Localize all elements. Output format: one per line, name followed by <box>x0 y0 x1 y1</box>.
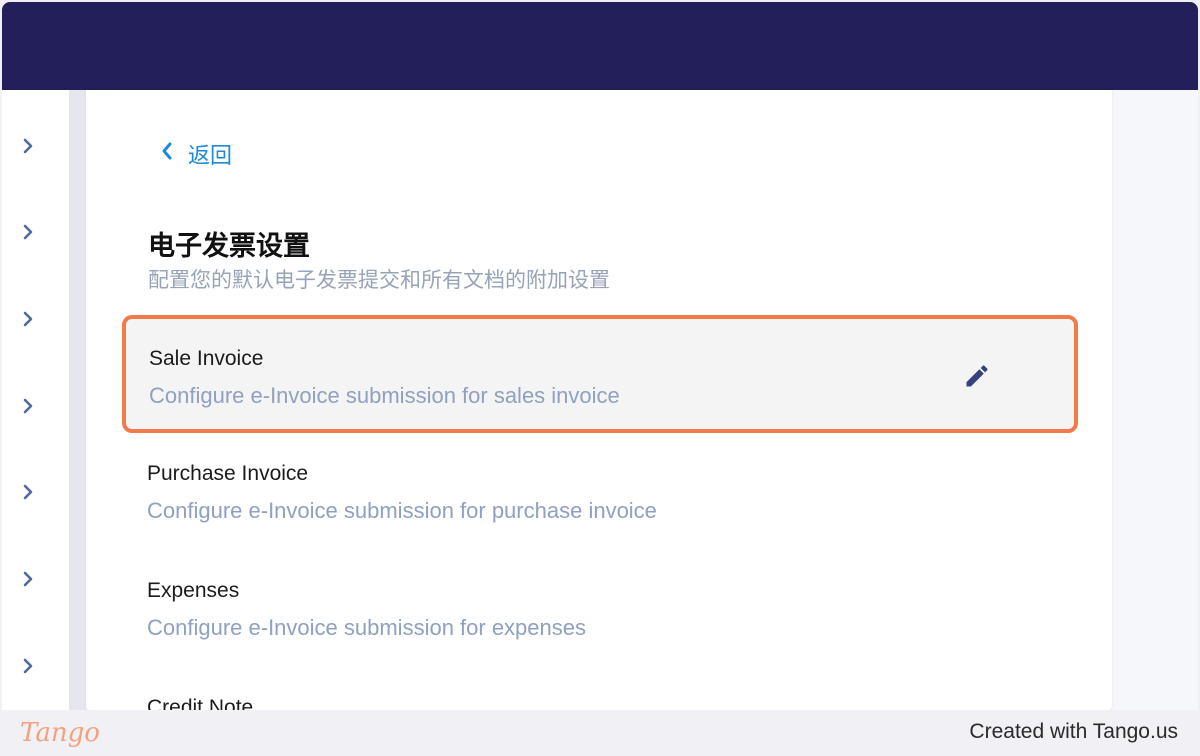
sidebar <box>2 90 70 710</box>
setting-item-description: Configure e-Invoice submission for sales… <box>149 383 620 408</box>
sidebar-expand-chevron-icon[interactable] <box>18 396 38 416</box>
content-gutter <box>70 90 86 710</box>
sidebar-expand-chevron-icon[interactable] <box>18 136 38 156</box>
setting-item-title: Sale Invoice <box>149 347 264 370</box>
tango-footer: Tango Created with Tango.us <box>0 710 1200 756</box>
setting-item-description: Configure e-Invoice submission for expen… <box>147 615 587 640</box>
setting-item-sale-invoice[interactable]: Sale Invoice Configure e-Invoice submiss… <box>122 315 1078 433</box>
tango-logo: Tango <box>20 718 100 748</box>
setting-item-title: Credit Note <box>147 696 254 710</box>
pencil-icon[interactable] <box>960 359 994 393</box>
sidebar-expand-chevron-icon[interactable] <box>18 569 38 589</box>
back-link[interactable]: 返回 <box>160 138 232 170</box>
chevron-left-icon <box>160 140 174 168</box>
setting-item-credit-note[interactable]: Credit Note <box>122 666 1078 710</box>
setting-item-title: Purchase Invoice <box>147 462 309 485</box>
setting-item-description: Configure e-Invoice submission for purch… <box>147 498 657 523</box>
back-link-label: 返回 <box>188 143 233 168</box>
setting-item-title: Expenses <box>147 579 240 602</box>
sidebar-expand-chevron-icon[interactable] <box>18 482 38 502</box>
right-background <box>1112 90 1198 710</box>
sidebar-expand-chevron-icon[interactable] <box>18 309 38 329</box>
sidebar-expand-chevron-icon[interactable] <box>18 656 38 676</box>
top-app-bar <box>2 2 1198 90</box>
page-subtitle: 配置您的默认电子发票提交和所有文档的附加设置 <box>148 269 610 292</box>
page-title: 电子发票设置 <box>148 231 310 261</box>
screenshot-frame: 返回 电子发票设置 配置您的默认电子发票提交和所有文档的附加设置 Sale In… <box>0 0 1200 756</box>
settings-panel: 返回 电子发票设置 配置您的默认电子发票提交和所有文档的附加设置 Sale In… <box>86 90 1112 710</box>
sidebar-expand-chevron-icon[interactable] <box>18 222 38 242</box>
setting-item-expenses[interactable]: Expenses Configure e-Invoice submission … <box>122 549 1078 667</box>
setting-item-purchase-invoice[interactable]: Purchase Invoice Configure e-Invoice sub… <box>122 432 1078 550</box>
created-with-credit: Created with Tango.us <box>969 720 1178 743</box>
